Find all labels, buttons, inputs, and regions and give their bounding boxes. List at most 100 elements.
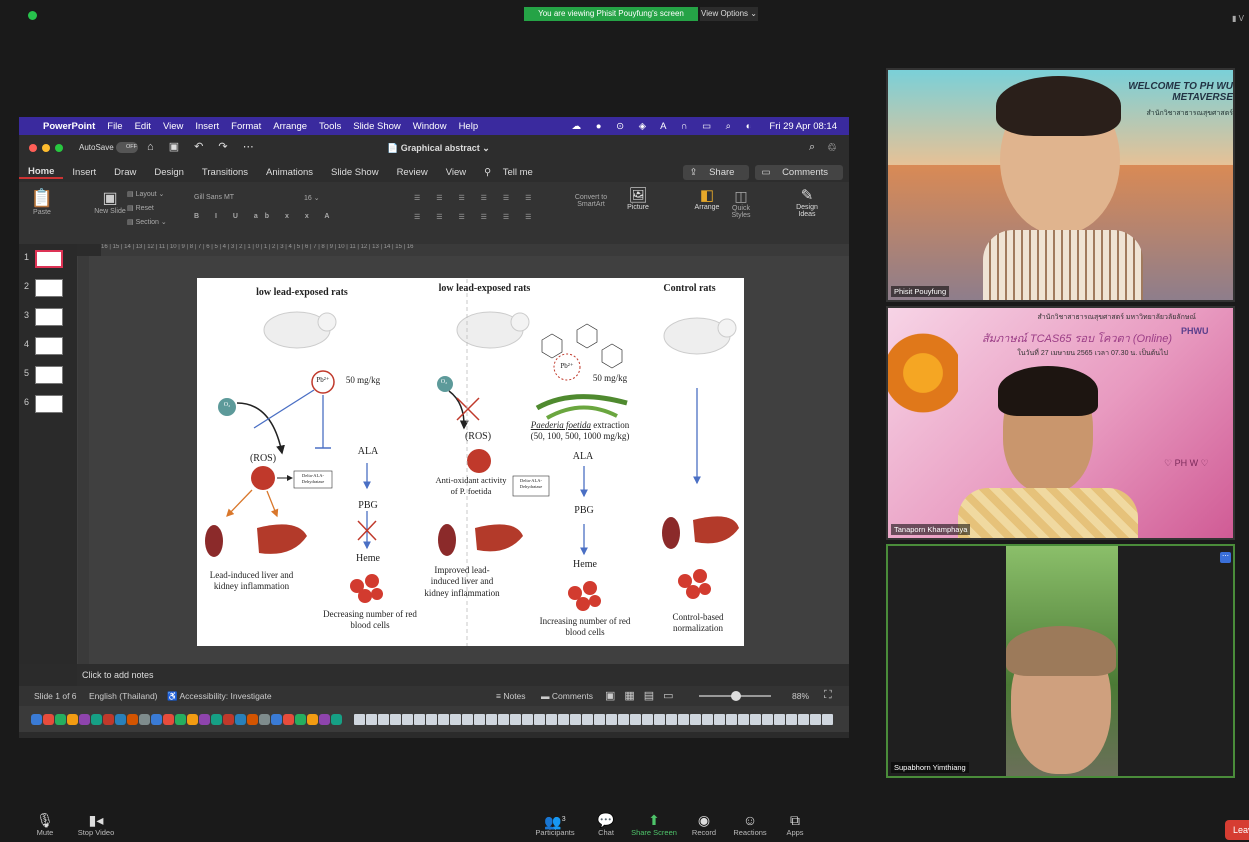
menu-format[interactable]: Format	[231, 121, 261, 132]
font-size-select[interactable]: 16 ⌄	[304, 194, 320, 202]
dock-window-thumbnail[interactable]	[486, 714, 497, 725]
dock-app-icon[interactable]	[91, 714, 102, 725]
dock-window-thumbnail[interactable]	[354, 714, 365, 725]
dock-app-icon[interactable]	[151, 714, 162, 725]
dock-app-icon[interactable]	[139, 714, 150, 725]
dock-window-thumbnail[interactable]	[738, 714, 749, 725]
stop-video-button[interactable]: ▮◂ Stop Video	[66, 810, 126, 837]
dock-window-thumbnail[interactable]	[594, 714, 605, 725]
tab-view[interactable]: View	[437, 167, 475, 178]
dock-window-thumbnail[interactable]	[498, 714, 509, 725]
leave-button[interactable]: Leav	[1225, 820, 1249, 840]
dock-window-thumbnail[interactable]	[546, 714, 557, 725]
slide-graphical-abstract[interactable]: low lead-exposed rats low lead-exposed r…	[197, 278, 744, 646]
dock-window-thumbnail[interactable]	[402, 714, 413, 725]
quick-access-icons[interactable]: ⌂ ▣ ↶ ↷ ⋯	[147, 140, 260, 153]
dock-app-icon[interactable]	[295, 714, 306, 725]
dock-window-thumbnail[interactable]	[762, 714, 773, 725]
more-options-icon[interactable]: ⋯	[1220, 552, 1231, 563]
dock-window-thumbnail[interactable]	[462, 714, 473, 725]
dock-app-icon[interactable]	[127, 714, 138, 725]
dock-window-thumbnail[interactable]	[642, 714, 653, 725]
slide-thumbnail-5[interactable]	[35, 366, 63, 384]
dock-window-thumbnail[interactable]	[366, 714, 377, 725]
menu-edit[interactable]: Edit	[135, 121, 151, 132]
design-ideas-button[interactable]: ✎ Design Ideas	[789, 186, 825, 218]
dock-app-icon[interactable]	[115, 714, 126, 725]
dock-app-icon[interactable]	[31, 714, 42, 725]
dock-window-thumbnail[interactable]	[786, 714, 797, 725]
status-comments-button[interactable]: ▬ Comments	[541, 691, 593, 701]
dock-window-thumbnail[interactable]	[630, 714, 641, 725]
dock-app-icon[interactable]	[175, 714, 186, 725]
share-button[interactable]: ⇪ Share	[683, 164, 750, 180]
dock-window-thumbnail[interactable]	[750, 714, 761, 725]
menu-insert[interactable]: Insert	[195, 121, 219, 132]
dock-app-icon[interactable]	[67, 714, 78, 725]
paragraph-buttons[interactable]: ☰ ☰ ☰ ☰ ☰ ☰	[414, 194, 538, 202]
dock-app-icon[interactable]	[55, 714, 66, 725]
language-status[interactable]: English (Thailand)	[89, 691, 158, 701]
participant-video-3[interactable]: ⋯ Supabhorn Yimthiang	[886, 544, 1235, 778]
notes-button[interactable]: ≡ Notes	[496, 691, 526, 701]
dock-window-thumbnail[interactable]	[702, 714, 713, 725]
font-format-buttons[interactable]: B I U ab x x A	[194, 213, 336, 220]
arrange-button[interactable]: ◧ Arrange	[691, 186, 723, 211]
view-mode-icon[interactable]: ▮ V	[1232, 14, 1244, 23]
dock-window-thumbnail[interactable]	[810, 714, 821, 725]
dock-window-thumbnail[interactable]	[678, 714, 689, 725]
comments-button[interactable]: ▭ Comments	[755, 164, 843, 180]
dock-window-thumbnail[interactable]	[522, 714, 533, 725]
dock-app-icon[interactable]	[187, 714, 198, 725]
dock-window-thumbnail[interactable]	[606, 714, 617, 725]
participant-video-2[interactable]: สำนักวิชาสาธารณสุขศาสตร์ มหาวิทยาลัยวลัย…	[886, 306, 1235, 540]
apps-button[interactable]: ⧉ Apps	[765, 810, 825, 837]
font-family-select[interactable]: Gill Sans MT	[194, 194, 299, 201]
dock-window-thumbnail[interactable]	[414, 714, 425, 725]
slide-thumbnail-4[interactable]	[35, 337, 63, 355]
dock-window-thumbnail[interactable]	[618, 714, 629, 725]
dock-app-icon[interactable]	[307, 714, 318, 725]
autosave-toggle[interactable]: OFF	[116, 142, 138, 153]
tab-review[interactable]: Review	[388, 167, 437, 178]
dock-app-icon[interactable]	[247, 714, 258, 725]
dock-app-icon[interactable]	[79, 714, 90, 725]
dock-app-icon[interactable]	[283, 714, 294, 725]
dock-app-icon[interactable]	[235, 714, 246, 725]
menu-arrange[interactable]: Arrange	[273, 121, 307, 132]
tab-slideshow[interactable]: Slide Show	[322, 167, 388, 178]
dock-window-thumbnail[interactable]	[774, 714, 785, 725]
dock-app-icon[interactable]	[211, 714, 222, 725]
dock-app-icon[interactable]	[259, 714, 270, 725]
notes-pane[interactable]: Click to add notes	[77, 664, 849, 686]
dock-window-thumbnail[interactable]	[582, 714, 593, 725]
tell-me[interactable]: ⚲ Tell me	[475, 167, 551, 178]
search-icon[interactable]: ⌕	[809, 141, 815, 154]
view-options-button[interactable]: View Options ⌄	[700, 7, 758, 21]
layout-button[interactable]: ▤ Layout ⌄	[127, 190, 164, 198]
collab-icon[interactable]: ♲	[827, 141, 837, 154]
dock-window-thumbnail[interactable]	[438, 714, 449, 725]
dock-window-thumbnail[interactable]	[378, 714, 389, 725]
tab-insert[interactable]: Insert	[63, 167, 105, 178]
tab-design[interactable]: Design	[145, 167, 193, 178]
tab-transitions[interactable]: Transitions	[193, 167, 257, 178]
dock-app-icon[interactable]	[223, 714, 234, 725]
dock-window-thumbnail[interactable]	[726, 714, 737, 725]
maximize-window-icon[interactable]	[55, 144, 63, 152]
tab-home[interactable]: Home	[19, 166, 64, 179]
dock-window-thumbnail[interactable]	[510, 714, 521, 725]
accessibility-status[interactable]: ♿ Accessibility: Investigate	[167, 691, 272, 702]
dock-window-thumbnail[interactable]	[714, 714, 725, 725]
menu-tools[interactable]: Tools	[319, 121, 341, 132]
participant-video-1[interactable]: WELCOME TO PH WU METAVERSE สำนักวิชาสาธา…	[886, 68, 1235, 302]
view-mode-buttons[interactable]: ▣▦▤▭	[605, 689, 683, 702]
dock-app-icon[interactable]	[319, 714, 330, 725]
menu-slideshow[interactable]: Slide Show	[353, 121, 401, 132]
dock-window-thumbnail[interactable]	[654, 714, 665, 725]
dock-window-thumbnail[interactable]	[570, 714, 581, 725]
shield-icon[interactable]	[28, 11, 37, 20]
minimize-window-icon[interactable]	[42, 144, 50, 152]
convert-smartart-button[interactable]: Convert to SmartArt	[571, 194, 611, 208]
zoom-slider-thumb[interactable]	[731, 691, 741, 701]
